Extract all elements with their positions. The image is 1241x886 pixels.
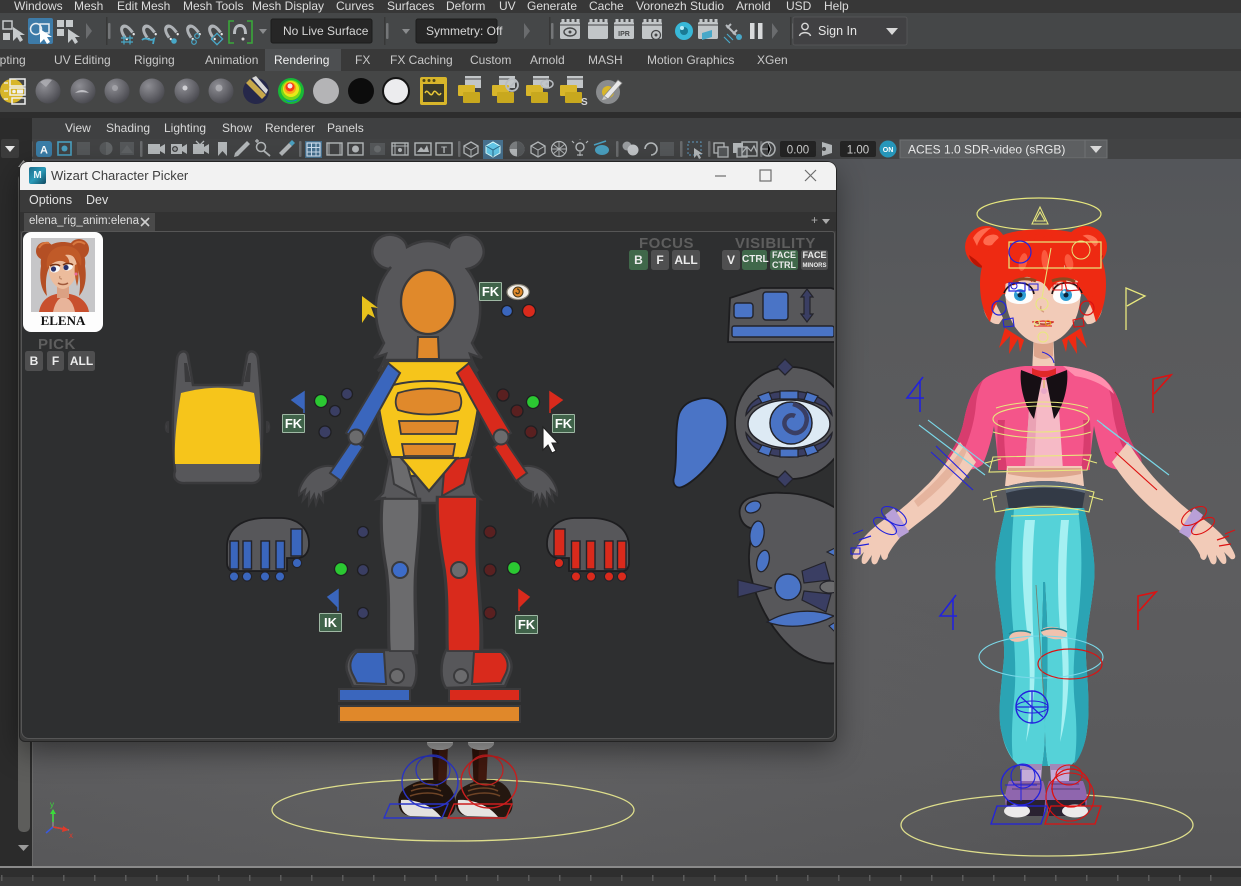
svg-text:M: M <box>33 170 41 181</box>
svg-text:Sign In: Sign In <box>818 24 857 38</box>
svg-text:0.00: 0.00 <box>787 145 809 157</box>
svg-text:y: y <box>50 800 54 809</box>
svg-text:S: S <box>581 97 588 108</box>
svg-text:1.00: 1.00 <box>847 145 869 157</box>
svg-text:A: A <box>40 145 48 157</box>
svg-text:No Live Surface: No Live Surface <box>283 24 369 38</box>
svg-text:ACES 1.0 SDR-video (sRGB): ACES 1.0 SDR-video (sRGB) <box>908 143 1065 157</box>
svg-text:T: T <box>441 145 447 156</box>
svg-text:ON: ON <box>883 147 894 154</box>
svg-text:x: x <box>69 831 73 840</box>
svg-text:IPR: IPR <box>618 31 630 38</box>
svg-text:Symmetry: Off: Symmetry: Off <box>426 24 503 38</box>
